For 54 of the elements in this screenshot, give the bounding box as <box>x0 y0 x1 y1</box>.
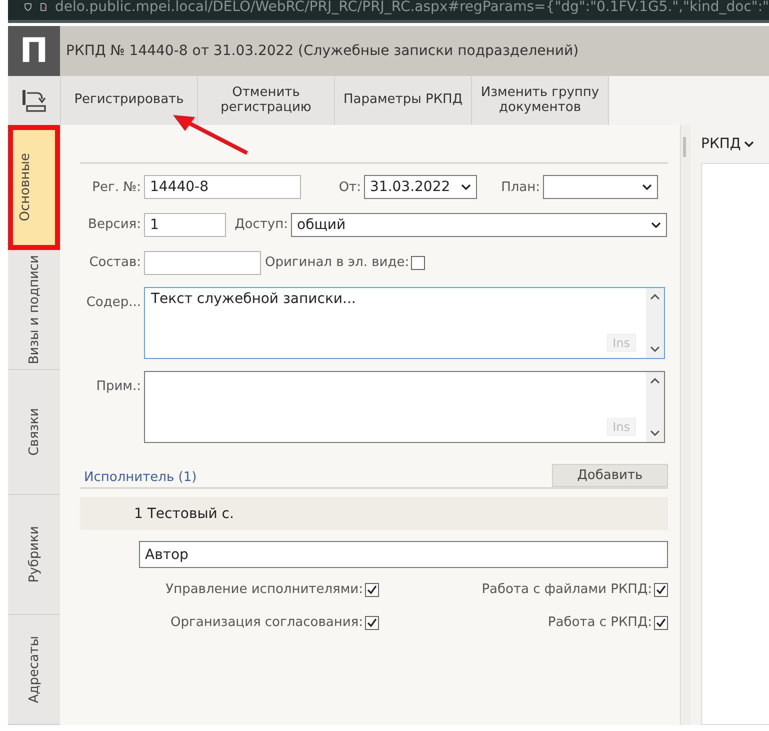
scrollbar[interactable] <box>646 372 664 442</box>
text-area[interactable]: Текст служебной записки... Ins <box>144 287 665 359</box>
reg-number-field[interactable]: 14440-8 <box>144 175 301 199</box>
permission-label: Управление исполнителями: <box>166 582 363 597</box>
permission-label: Работа с РКПД: <box>548 615 652 630</box>
window-title: РКПД № 14440-8 от 31.03.2022 (Служебные записки подразделений) <box>65 42 579 61</box>
return-icon[interactable] <box>21 88 47 112</box>
checkbox[interactable] <box>654 582 668 596</box>
executors-link[interactable]: Исполнитель (1) <box>80 470 197 487</box>
composition-field[interactable] <box>144 250 261 274</box>
scroll-down-icon[interactable] <box>650 346 660 352</box>
field-label: Доступ: <box>234 217 289 232</box>
version-field[interactable]: 1 <box>144 212 226 236</box>
field-label: Содер... <box>85 294 142 310</box>
toolbar-button[interactable]: Параметры РКПД <box>335 76 472 125</box>
add-button[interactable]: Добавить <box>552 464 668 487</box>
checkbox[interactable] <box>411 256 426 270</box>
chevron-down-icon <box>642 184 652 190</box>
address-bar[interactable]: delo.public.mpei.local/DELO/WebRC/PRJ_RC/PRJ_RC.aspx#regParams={"dg":"0.1FV.1G5.","kind_doc":" <box>8 0 769 23</box>
field-label: Оригинал в эл. виде: <box>264 255 410 270</box>
checkbox[interactable] <box>365 616 379 630</box>
permission-label: Организация согласования: <box>170 615 363 630</box>
checkbox[interactable] <box>654 616 668 630</box>
toolbar-button[interactable]: Изменить группу документов <box>472 76 609 125</box>
ins-badge: Ins <box>606 334 636 352</box>
chevron-down-icon <box>744 141 754 147</box>
page-icon <box>40 0 48 14</box>
scroll-up-icon[interactable] <box>650 378 660 384</box>
role-field[interactable]: Автор <box>139 541 668 568</box>
scroll-up-icon[interactable] <box>650 294 660 300</box>
url-text: delo.public.mpei.local/DELO/WebRC/PRJ_RC/PRJ_RC.aspx#regParams={"dg":"0.1FV.1G5.","kind_doc":" <box>55 0 769 15</box>
ins-badge: Ins <box>606 418 636 436</box>
chevron-down-icon <box>461 184 471 190</box>
field-label: От: <box>338 180 362 194</box>
side-tab[interactable]: Основные <box>8 125 60 250</box>
plan-select[interactable] <box>543 175 658 199</box>
field-label: План: <box>500 180 541 194</box>
access-select[interactable]: общий <box>291 212 667 236</box>
field-label: Рег. №: <box>91 180 142 194</box>
scrollbar[interactable] <box>646 288 664 358</box>
executor-row[interactable]: 1 Тестовый с. <box>80 497 668 530</box>
toolbar-button[interactable]: Регистрировать <box>61 76 198 125</box>
field-label: Прим.: <box>95 378 142 394</box>
app-logo: П <box>8 26 60 76</box>
date-select[interactable]: 31.03.2022 <box>364 175 477 199</box>
field-label: Состав: <box>88 255 142 270</box>
panel-dropdown[interactable]: РКПД <box>701 125 769 163</box>
chevron-down-icon <box>651 222 661 228</box>
permission-label: Работа с файлами РКПД: <box>482 582 652 597</box>
field-label: Версия: <box>87 217 142 232</box>
toolbar-button[interactable]: Отменить регистрацию <box>198 76 335 125</box>
scroll-down-icon[interactable] <box>650 430 660 436</box>
shield-icon <box>24 0 32 14</box>
checkbox[interactable] <box>365 582 379 596</box>
